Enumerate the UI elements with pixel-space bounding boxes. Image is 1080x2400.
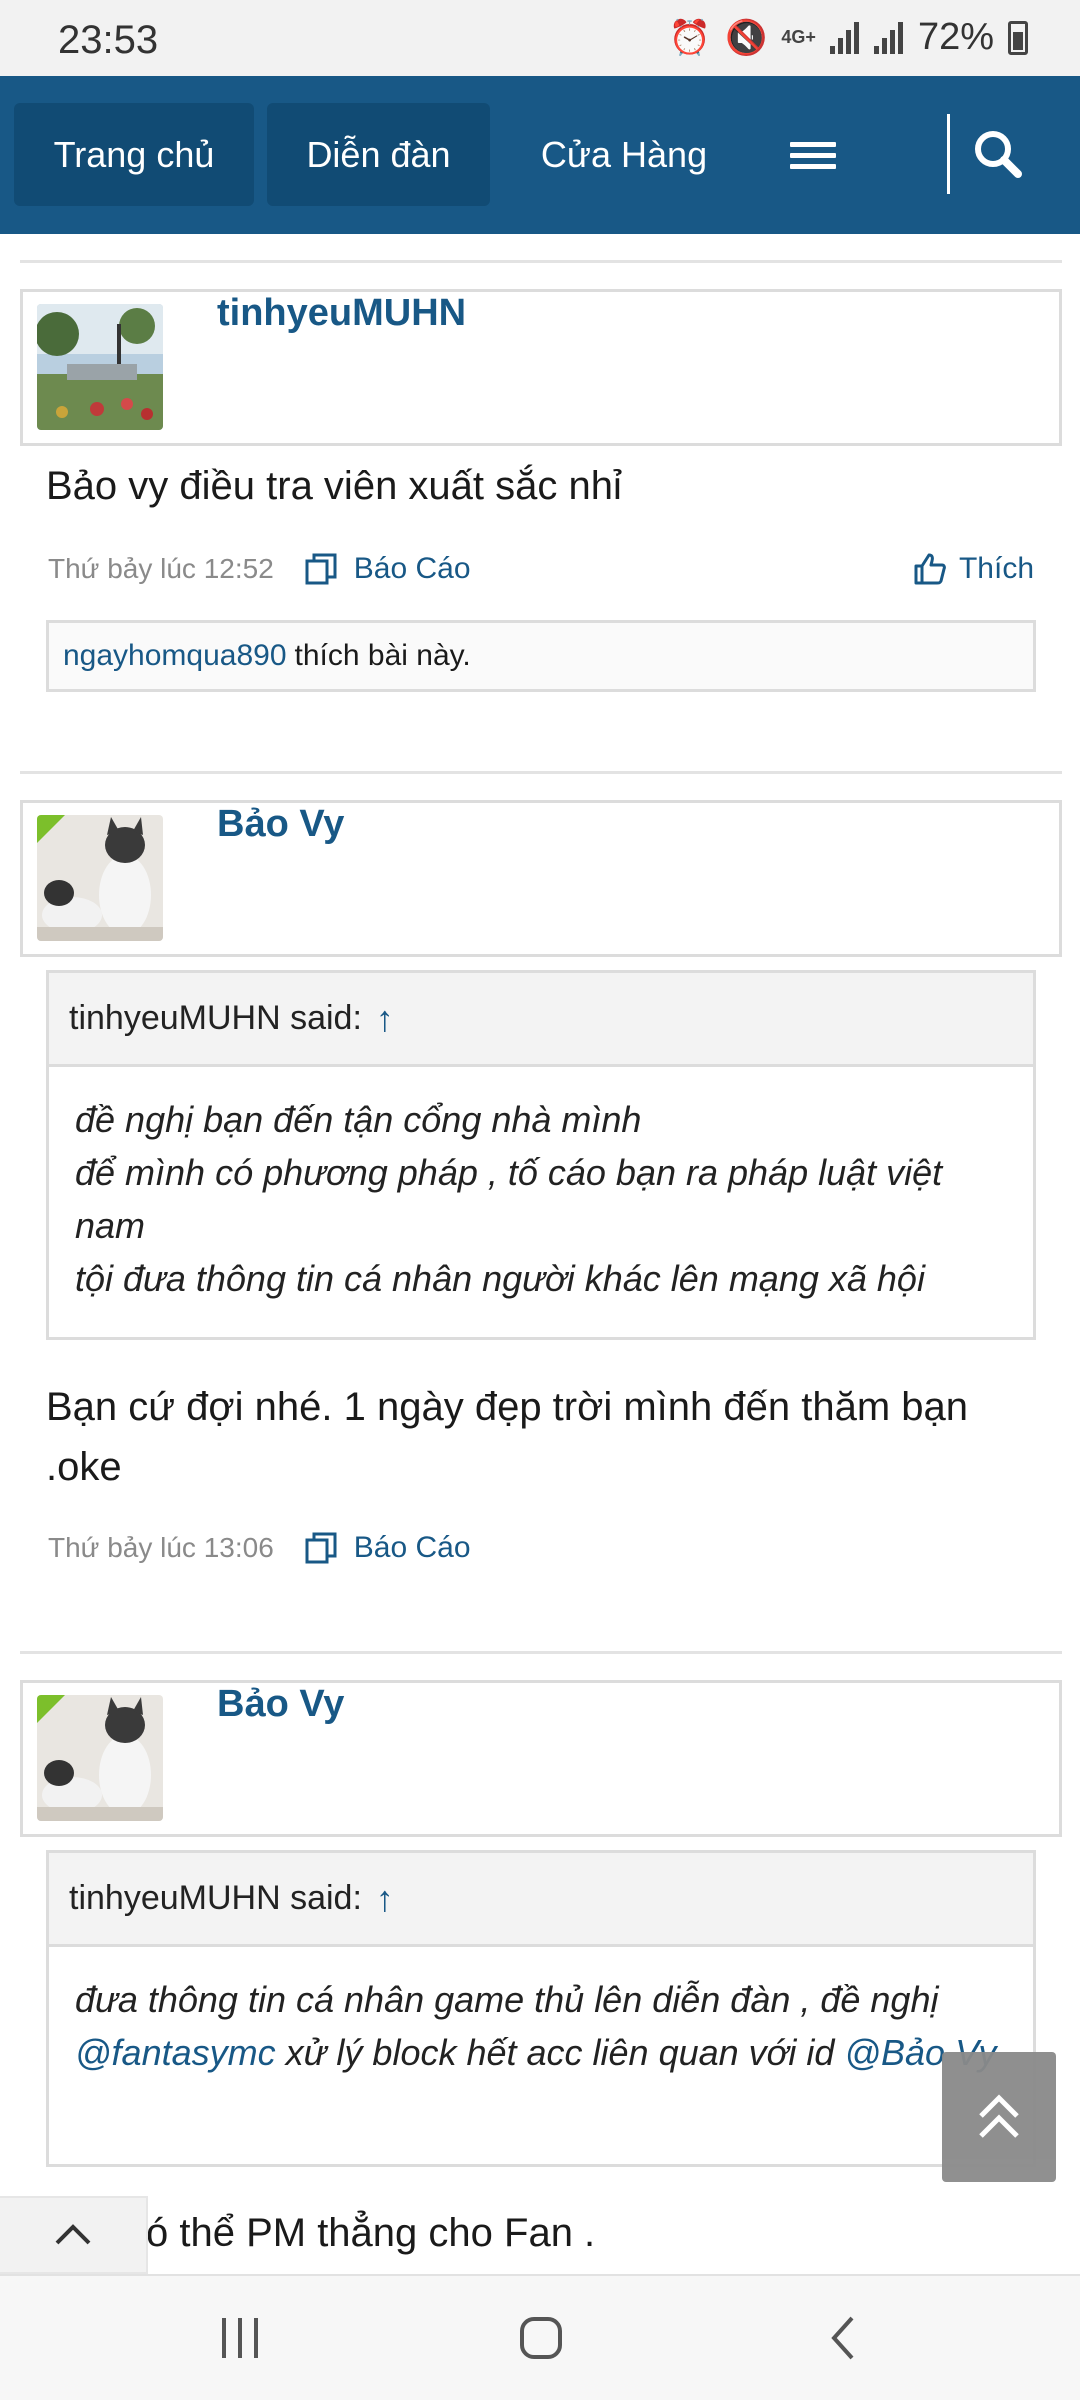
thumbs-up-icon <box>914 553 946 585</box>
tab-forum[interactable]: Diễn đàn <box>267 103 490 206</box>
status-bar: 23:53 ⏰ 🔇 4G+ 72% <box>0 0 1080 76</box>
battery-percent: 72% <box>917 16 994 58</box>
post-user-box: tinhyeuMUHN <box>20 289 1062 446</box>
quote-text: xử lý block hết acc liên quan với id <box>275 2032 845 2073</box>
quote-line: để mình có phương pháp , tố cáo bạn ra p… <box>75 1152 943 1246</box>
post-meta: Thứ bảy lúc 12:52 Báo Cáo <box>48 552 471 586</box>
report-icon <box>305 553 337 585</box>
post-user-box: Bảo Vy <box>20 1680 1062 1837</box>
likes-summary: ngayhomqua890 thích bài này. <box>46 620 1036 692</box>
nav-divider <box>947 114 950 194</box>
quote-header: tinhyeuMUHN said: ↑ <box>49 1853 1033 1947</box>
arrow-up-icon[interactable]: ↑ <box>376 998 394 1040</box>
back-icon[interactable] <box>826 2312 860 2364</box>
data-icon: 4G+ <box>781 27 816 47</box>
username[interactable]: tinhyeuMUHN <box>217 292 466 335</box>
report-label: Báo Cáo <box>353 552 471 585</box>
post-separator <box>20 260 1062 263</box>
collapse-button[interactable] <box>0 2196 148 2274</box>
signal-icon <box>873 21 903 54</box>
report-button[interactable]: Báo Cáo <box>304 552 471 586</box>
post-separator <box>20 1651 1062 1654</box>
quote-header: tinhyeuMUHN said: ↑ <box>49 973 1033 1067</box>
search-icon[interactable] <box>970 126 1026 182</box>
post-time[interactable]: Thứ bảy lúc 12:52 <box>48 553 274 585</box>
quote-text: đưa thông tin cá nhân game thủ lên diễn … <box>75 1979 939 2020</box>
username[interactable]: Bảo Vy <box>217 803 344 846</box>
mute-icon: 🔇 <box>725 18 768 57</box>
quote-block: tinhyeuMUHN said: ↑ đề nghị bạn đến tận … <box>46 970 1036 1340</box>
quote-body: đề nghị bạn đến tận cổng nhà mình để mìn… <box>49 1067 1033 1321</box>
report-icon <box>305 1532 337 1564</box>
quote-line: tội đưa thông tin cá nhân người khác lên… <box>75 1258 925 1299</box>
quote-body: đưa thông tin cá nhân game thủ lên diễn … <box>49 1947 1033 2095</box>
hamburger-icon[interactable] <box>790 142 836 170</box>
post-meta: Thứ bảy lúc 13:06 Báo Cáo <box>48 1531 471 1565</box>
status-icons: ⏰ 🔇 4G+ 72% <box>669 16 1028 59</box>
avatar[interactable] <box>37 304 163 430</box>
like-button[interactable]: Thích <box>913 552 1034 586</box>
arrow-up-icon[interactable]: ↑ <box>376 1878 394 1920</box>
post-separator <box>20 771 1062 774</box>
likes-text: thích bài này. <box>294 639 471 672</box>
chevron-up-icon <box>55 2224 91 2245</box>
quote-block: tinhyeuMUHN said: ↑ đưa thông tin cá nhâ… <box>46 1850 1036 2167</box>
quote-author: tinhyeuMUHN said: <box>69 1879 362 1917</box>
battery-icon <box>1008 20 1028 55</box>
like-label: Thích <box>958 552 1034 585</box>
tab-shop[interactable]: Cửa Hàng <box>506 103 742 206</box>
mention-link[interactable]: @fantasymc <box>75 2032 276 2073</box>
double-chevron-up-icon <box>979 2094 1019 2138</box>
post-text: ó thể PM thẳng cho Fan . <box>146 2211 596 2255</box>
top-nav: Trang chủ Diễn đàn Cửa Hàng <box>0 76 1080 234</box>
recents-icon[interactable] <box>218 2312 262 2364</box>
report-label: Báo Cáo <box>353 1531 471 1564</box>
avatar[interactable] <box>37 815 163 941</box>
home-icon[interactable] <box>518 2312 564 2364</box>
alarm-icon: ⏰ <box>668 18 712 57</box>
post-text: Bảo vy điều tra viên xuất sắc nhỉ <box>46 464 622 508</box>
signal-icon <box>829 21 859 54</box>
status-time: 23:53 <box>58 18 159 62</box>
report-button[interactable]: Báo Cáo <box>304 1531 471 1565</box>
liker-link[interactable]: ngayhomqua890 <box>63 639 287 673</box>
tab-home[interactable]: Trang chủ <box>14 103 254 206</box>
post-user-box: Bảo Vy <box>20 800 1062 957</box>
post-time[interactable]: Thứ bảy lúc 13:06 <box>48 1532 274 1564</box>
scroll-top-button[interactable] <box>942 2052 1056 2182</box>
post-text: Bạn cứ đợi nhé. 1 ngày đẹp trời mình đến… <box>46 1385 969 1489</box>
system-nav-bar <box>0 2274 1080 2400</box>
quote-author: tinhyeuMUHN said: <box>69 999 362 1037</box>
quote-line: đề nghị bạn đến tận cổng nhà mình <box>75 1099 642 1140</box>
username[interactable]: Bảo Vy <box>217 1683 344 1726</box>
avatar[interactable] <box>37 1695 163 1821</box>
